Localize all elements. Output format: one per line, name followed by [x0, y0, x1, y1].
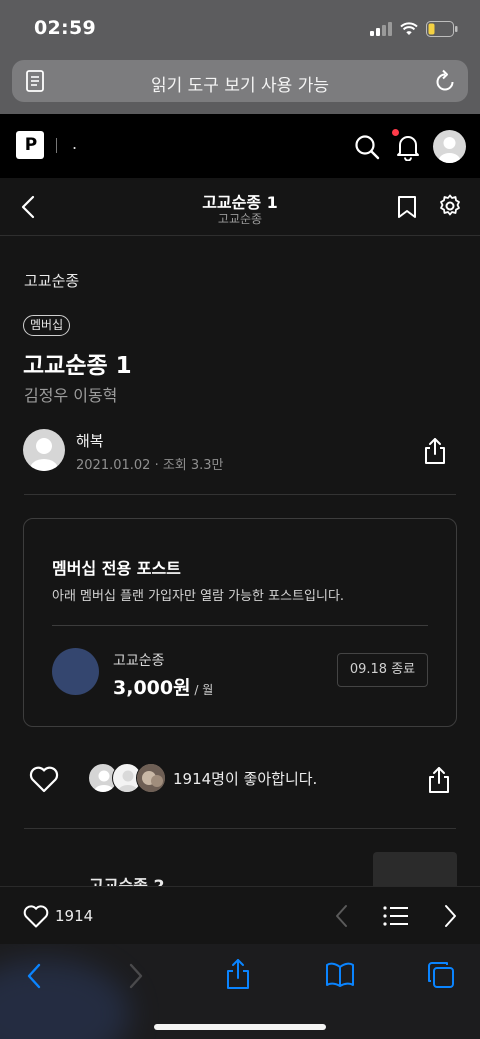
plan-end-badge: 09.18 종료	[337, 653, 428, 687]
next-post-title[interactable]: 고교순종 2	[89, 872, 165, 886]
back-icon[interactable]	[26, 963, 42, 993]
author-meta: 2021.01.02 · 조회 3.3만	[76, 458, 224, 473]
site-header: P .	[0, 114, 480, 178]
author-name[interactable]: 해복	[76, 430, 104, 451]
membership-card-title: 멤버십 전용 포스트	[52, 559, 181, 578]
post-nav-bar: 고교순종 1 고교순종	[0, 178, 480, 236]
bell-icon[interactable]	[396, 133, 420, 165]
heart-icon[interactable]	[23, 905, 49, 932]
plan-name[interactable]: 고교순종	[113, 650, 165, 670]
likes-text: 1914명이 좋아합니다.	[173, 770, 318, 788]
next-post-icon[interactable]	[442, 904, 458, 932]
home-indicator	[154, 1024, 326, 1030]
author-avatar[interactable]	[23, 429, 65, 471]
plan-price: 3,000원 / 월	[113, 673, 213, 700]
heart-icon[interactable]	[29, 766, 59, 797]
membership-card: 멤버십 전용 포스트 아래 멤버십 플랜 가입자만 열람 가능한 포스트입니다.…	[23, 518, 457, 727]
liker-avatars[interactable]	[88, 763, 168, 795]
membership-card-description: 아래 멤버십 플랜 가입자만 열람 가능한 포스트입니다.	[52, 589, 345, 604]
status-bar: 02:59	[0, 0, 480, 56]
settings-icon[interactable]	[438, 194, 462, 222]
status-icons	[370, 20, 458, 38]
signal-icon	[370, 22, 392, 36]
previous-post-icon[interactable]	[334, 904, 350, 932]
like-count: 1914	[55, 907, 94, 925]
share-icon[interactable]	[428, 766, 450, 798]
plan-thumbnail[interactable]	[52, 648, 99, 695]
url-bar[interactable]: 읽기 도구 보기 사용 가능	[12, 60, 468, 102]
bookmarks-icon[interactable]	[325, 962, 355, 992]
share-icon[interactable]	[424, 437, 446, 469]
logo-separator	[56, 138, 57, 153]
divider	[24, 494, 456, 495]
site-logo[interactable]: P	[16, 131, 44, 159]
battery-icon	[426, 21, 458, 37]
divider	[52, 625, 428, 626]
post-authors: 김정우 이동혁	[24, 386, 118, 405]
search-icon[interactable]	[354, 134, 380, 164]
status-time: 02:59	[34, 17, 96, 39]
post-content: 고교순종 멤버십 고교순종 1 김정우 이동혁 해복 2021.01.02 · …	[0, 236, 480, 886]
site-name[interactable]: .	[72, 134, 77, 153]
plan-price-value: 3,000원	[113, 677, 191, 699]
browser-toolbar: 읽기 도구 보기 사용 가능	[0, 56, 480, 114]
reload-icon[interactable]	[434, 69, 456, 97]
avatar[interactable]	[433, 130, 466, 163]
wifi-icon	[400, 22, 418, 35]
post-title: 고교순종 1	[23, 353, 132, 379]
membership-badge: 멤버십	[23, 315, 71, 336]
forward-icon[interactable]	[128, 963, 144, 993]
safari-toolbar	[0, 944, 480, 1039]
next-post-thumbnail[interactable]	[373, 852, 457, 886]
url-text: 읽기 도구 보기 사용 가능	[150, 76, 329, 96]
post-toolbar: 1914	[0, 886, 480, 944]
notification-dot	[392, 129, 399, 136]
divider	[24, 828, 456, 829]
tabs-icon[interactable]	[427, 961, 455, 993]
liker-avatar	[136, 763, 166, 793]
bookmark-icon[interactable]	[397, 195, 417, 223]
post-category[interactable]: 고교순종	[24, 270, 79, 291]
plan-price-unit: / 월	[190, 683, 214, 697]
share-icon[interactable]	[226, 958, 250, 994]
background-glow	[0, 959, 130, 1039]
list-icon[interactable]	[383, 906, 409, 930]
